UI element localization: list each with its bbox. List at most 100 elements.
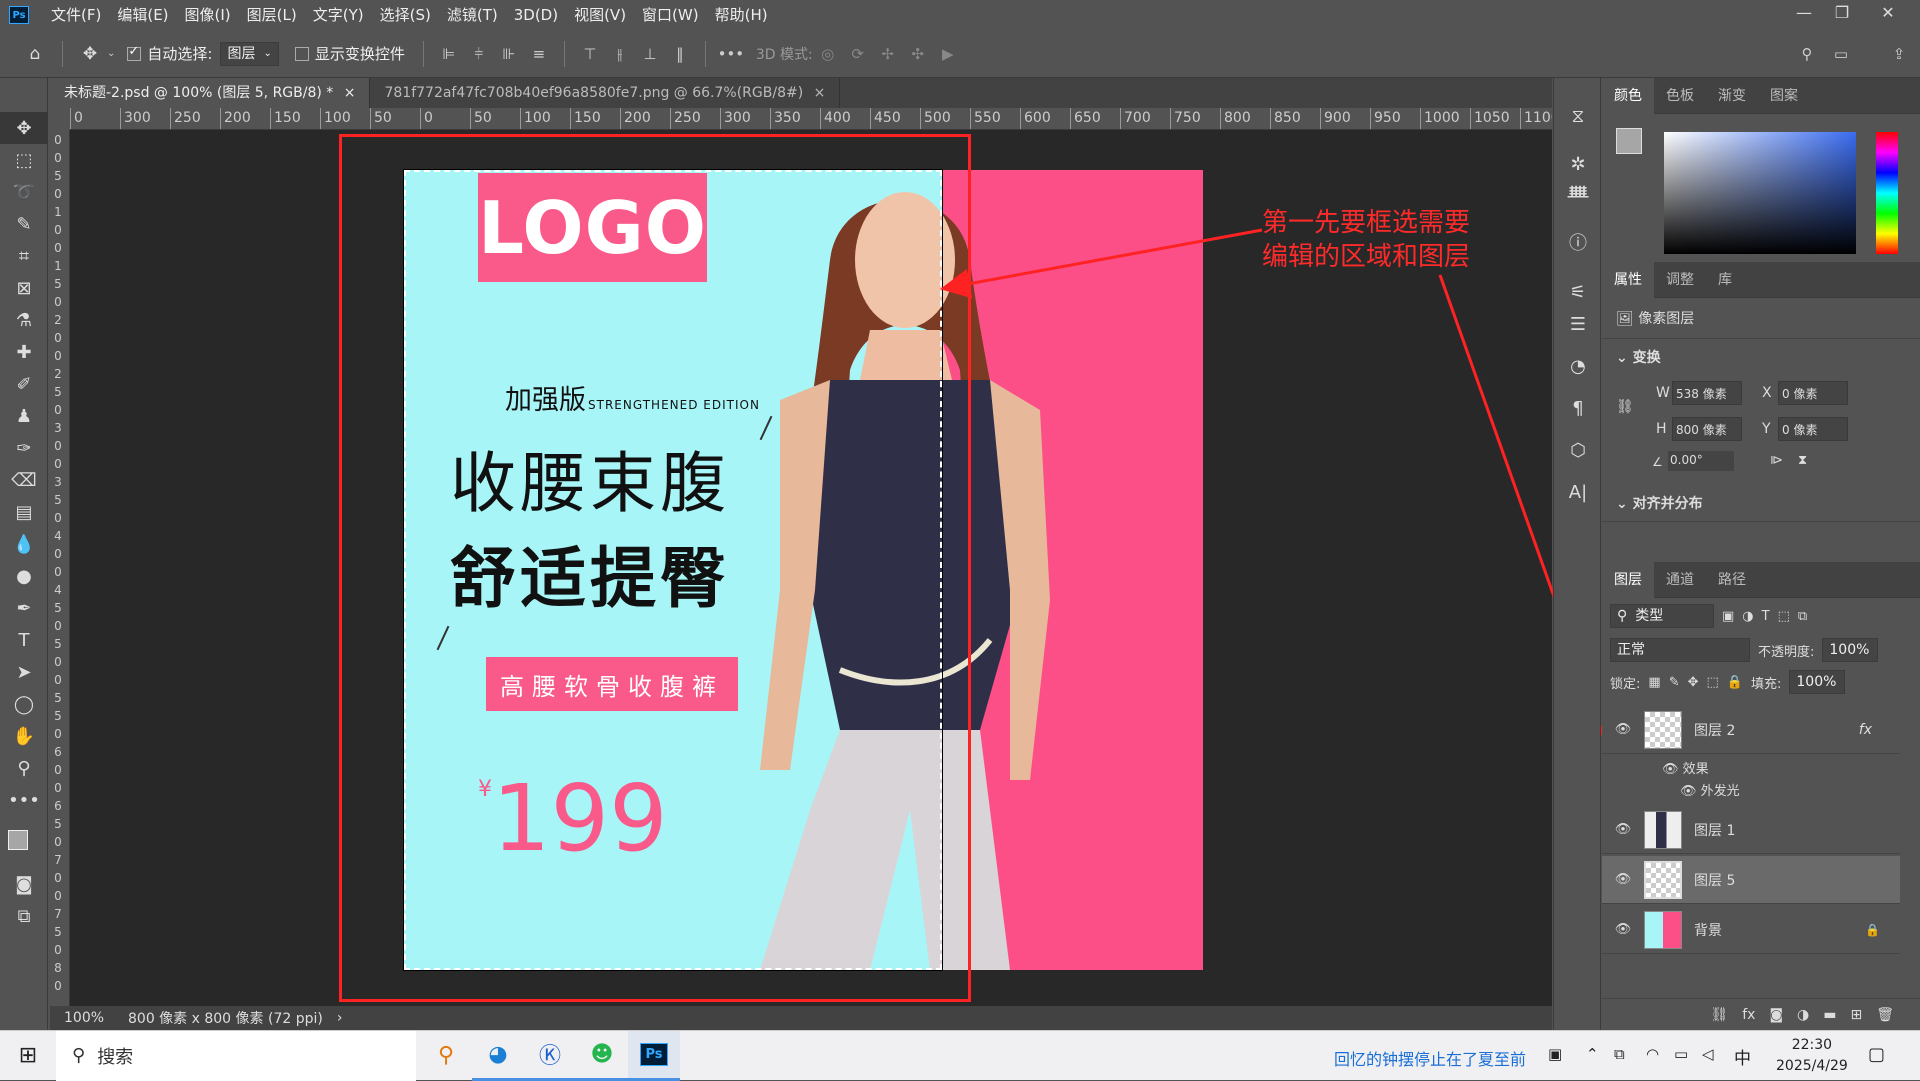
windows-start-icon[interactable]: ⊞	[0, 1031, 56, 1081]
align-right-icon[interactable]: ⊪	[497, 42, 521, 66]
wechat-icon[interactable]: ☻	[576, 1031, 628, 1081]
menu-layer[interactable]: 图层(L)	[239, 0, 305, 30]
type-tool-icon[interactable]: T	[0, 624, 48, 656]
close-icon[interactable]: ✕	[1868, 0, 1908, 26]
tab-document-2[interactable]: 781f772af47fc708b40ef96a8580fe7.png @ 66…	[370, 78, 841, 108]
menu-edit[interactable]: 编辑(E)	[109, 0, 176, 30]
info-panel-icon[interactable]: ⓘ	[1554, 226, 1602, 258]
layer-row-background[interactable]: 👁 背景 🔒	[1602, 906, 1900, 954]
3d-panel-icon[interactable]: ⬡	[1554, 434, 1602, 466]
outer-glow-row[interactable]: 👁 外发光	[1680, 780, 1740, 799]
quick-select-tool-icon[interactable]: ✎	[0, 208, 48, 240]
brushes-panel-icon[interactable]: ᚙ	[1554, 180, 1602, 212]
workspace-icon[interactable]: ▭	[1829, 42, 1853, 66]
battery-icon[interactable]: ▭	[1674, 1045, 1688, 1063]
home-icon[interactable]: ⌂	[20, 39, 50, 69]
move-tool-icon[interactable]: ✥	[0, 112, 48, 144]
menu-image[interactable]: 图像(I)	[177, 0, 239, 30]
clock[interactable]: 22:30 2025/4/29	[1776, 1035, 1848, 1077]
shapes-panel-icon[interactable]: ◔	[1554, 350, 1602, 382]
menu-file[interactable]: 文件(F)	[43, 0, 109, 30]
fill-field[interactable]: 100%	[1789, 670, 1846, 694]
network-device-icon[interactable]: ⧉	[1614, 1045, 1625, 1063]
eye-icon[interactable]: 👁	[1610, 872, 1636, 887]
show-transform-checkbox[interactable]	[294, 46, 309, 61]
menu-help[interactable]: 帮助(H)	[707, 0, 776, 30]
3d-drag-icon[interactable]: ✢	[876, 42, 900, 66]
tray-app-icon[interactable]: ▣	[1548, 1045, 1562, 1063]
pen-tool-icon[interactable]: ✒	[0, 592, 48, 624]
x-field[interactable]: 0 像素	[1778, 381, 1848, 405]
quick-mask-icon[interactable]: ◙	[0, 868, 48, 900]
character-panel-icon[interactable]: A|	[1554, 476, 1602, 508]
delete-layer-icon[interactable]: 🗑	[1876, 1007, 1894, 1023]
flip-horizontal-icon[interactable]: ⧐	[1770, 453, 1783, 468]
width-field[interactable]: 538 像素	[1672, 381, 1742, 405]
foreground-color-swatch[interactable]	[8, 830, 28, 850]
tab-libraries[interactable]: 库	[1706, 262, 1744, 298]
layer-row-layer2[interactable]: 👁 图层 2 fx	[1602, 706, 1900, 754]
align-section[interactable]: ⌄ 对齐并分布	[1602, 485, 1920, 522]
frame-tool-icon[interactable]: ⊠	[0, 272, 48, 304]
blur-tool-icon[interactable]: 💧	[0, 528, 48, 560]
gradient-tool-icon[interactable]: ▤	[0, 496, 48, 528]
y-field[interactable]: 0 像素	[1778, 417, 1848, 441]
tab-gradients[interactable]: 渐变	[1706, 78, 1758, 114]
chevron-down-icon[interactable]: ⌄	[107, 48, 115, 59]
tab-patterns[interactable]: 图案	[1758, 78, 1810, 114]
properties-panel-icon[interactable]: ☰	[1554, 308, 1602, 340]
crop-tool-icon[interactable]: ⌗	[0, 240, 48, 272]
path-select-icon[interactable]: ➤	[0, 656, 48, 688]
color-swatches[interactable]	[0, 816, 47, 868]
brush-settings-icon[interactable]: ✲	[1554, 148, 1602, 180]
tab-paths[interactable]: 路径	[1706, 562, 1758, 598]
add-mask-icon[interactable]: ◙	[1769, 1007, 1783, 1023]
hue-slider[interactable]	[1876, 132, 1898, 254]
eye-icon[interactable]: 👁	[1610, 722, 1636, 737]
lock-all-icon[interactable]: 🔒	[1727, 675, 1743, 690]
tab-color[interactable]: 颜色	[1602, 77, 1654, 114]
height-field[interactable]: 800 像素	[1672, 417, 1742, 441]
ime-indicator[interactable]: 中	[1734, 1044, 1751, 1069]
search-app-icon[interactable]: ⚲	[420, 1031, 472, 1081]
3d-camera-icon[interactable]: ▶	[936, 42, 960, 66]
layer-row-layer1[interactable]: 👁 图层 1	[1602, 806, 1900, 854]
paragraph-panel-icon[interactable]: ¶	[1554, 392, 1602, 424]
shape-tool-icon[interactable]: ◯	[0, 688, 48, 720]
menu-window[interactable]: 窗口(W)	[634, 0, 707, 30]
share-icon[interactable]: ⇪	[1887, 42, 1911, 66]
fx-icon[interactable]: fx	[1742, 1007, 1755, 1023]
eye-icon[interactable]: 👁	[1662, 762, 1683, 777]
filter-shape-icon[interactable]: ⬚	[1778, 609, 1790, 624]
lock-transparent-icon[interactable]: ▦	[1648, 675, 1660, 690]
align-hcenter-icon[interactable]: ⫩	[467, 42, 491, 66]
auto-select-target-select[interactable]: 图层 ⌄	[220, 41, 279, 66]
adjustment-layer-icon[interactable]: ◑	[1797, 1007, 1809, 1023]
blend-mode-select[interactable]: 正常	[1610, 638, 1750, 662]
3d-roll-icon[interactable]: ⟳	[846, 42, 870, 66]
eraser-tool-icon[interactable]: ⌫	[0, 464, 48, 496]
tab-layers[interactable]: 图层	[1602, 561, 1654, 598]
filter-adjust-icon[interactable]: ◑	[1742, 609, 1753, 624]
align-left-icon[interactable]: ⊫	[437, 42, 461, 66]
angle-field[interactable]: 0.00°	[1668, 451, 1734, 471]
restore-icon[interactable]: ❐	[1822, 0, 1862, 26]
eye-icon[interactable]: 👁	[1610, 922, 1636, 937]
link-icon[interactable]: ⛓	[1616, 399, 1634, 415]
chevron-up-icon[interactable]: ⌃	[1586, 1045, 1599, 1063]
k-app-icon[interactable]: Ⓚ	[524, 1031, 576, 1081]
menu-view[interactable]: 视图(V)	[566, 0, 634, 30]
tab-channels[interactable]: 通道	[1654, 562, 1706, 598]
volume-icon[interactable]: ◁	[1702, 1045, 1714, 1063]
tab-document-1[interactable]: 未标题-2.psd @ 100% (图层 5, RGB/8) * ×	[50, 78, 371, 108]
filter-pixel-icon[interactable]: ▣	[1722, 609, 1734, 624]
photoshop-taskbar-icon[interactable]: Ps	[628, 1030, 680, 1081]
flip-vertical-icon[interactable]: ⧗	[1798, 453, 1807, 468]
edge-icon[interactable]: ◕	[472, 1031, 524, 1081]
filter-smart-icon[interactable]: ⧉	[1798, 609, 1807, 624]
stamp-tool-icon[interactable]: ♟	[0, 400, 48, 432]
color-foreground-swatch[interactable]	[1616, 128, 1642, 154]
healing-tool-icon[interactable]: ✚	[0, 336, 48, 368]
distribute-horizontal-icon[interactable]: ≡	[527, 42, 551, 66]
menu-type[interactable]: 文字(Y)	[305, 0, 372, 30]
